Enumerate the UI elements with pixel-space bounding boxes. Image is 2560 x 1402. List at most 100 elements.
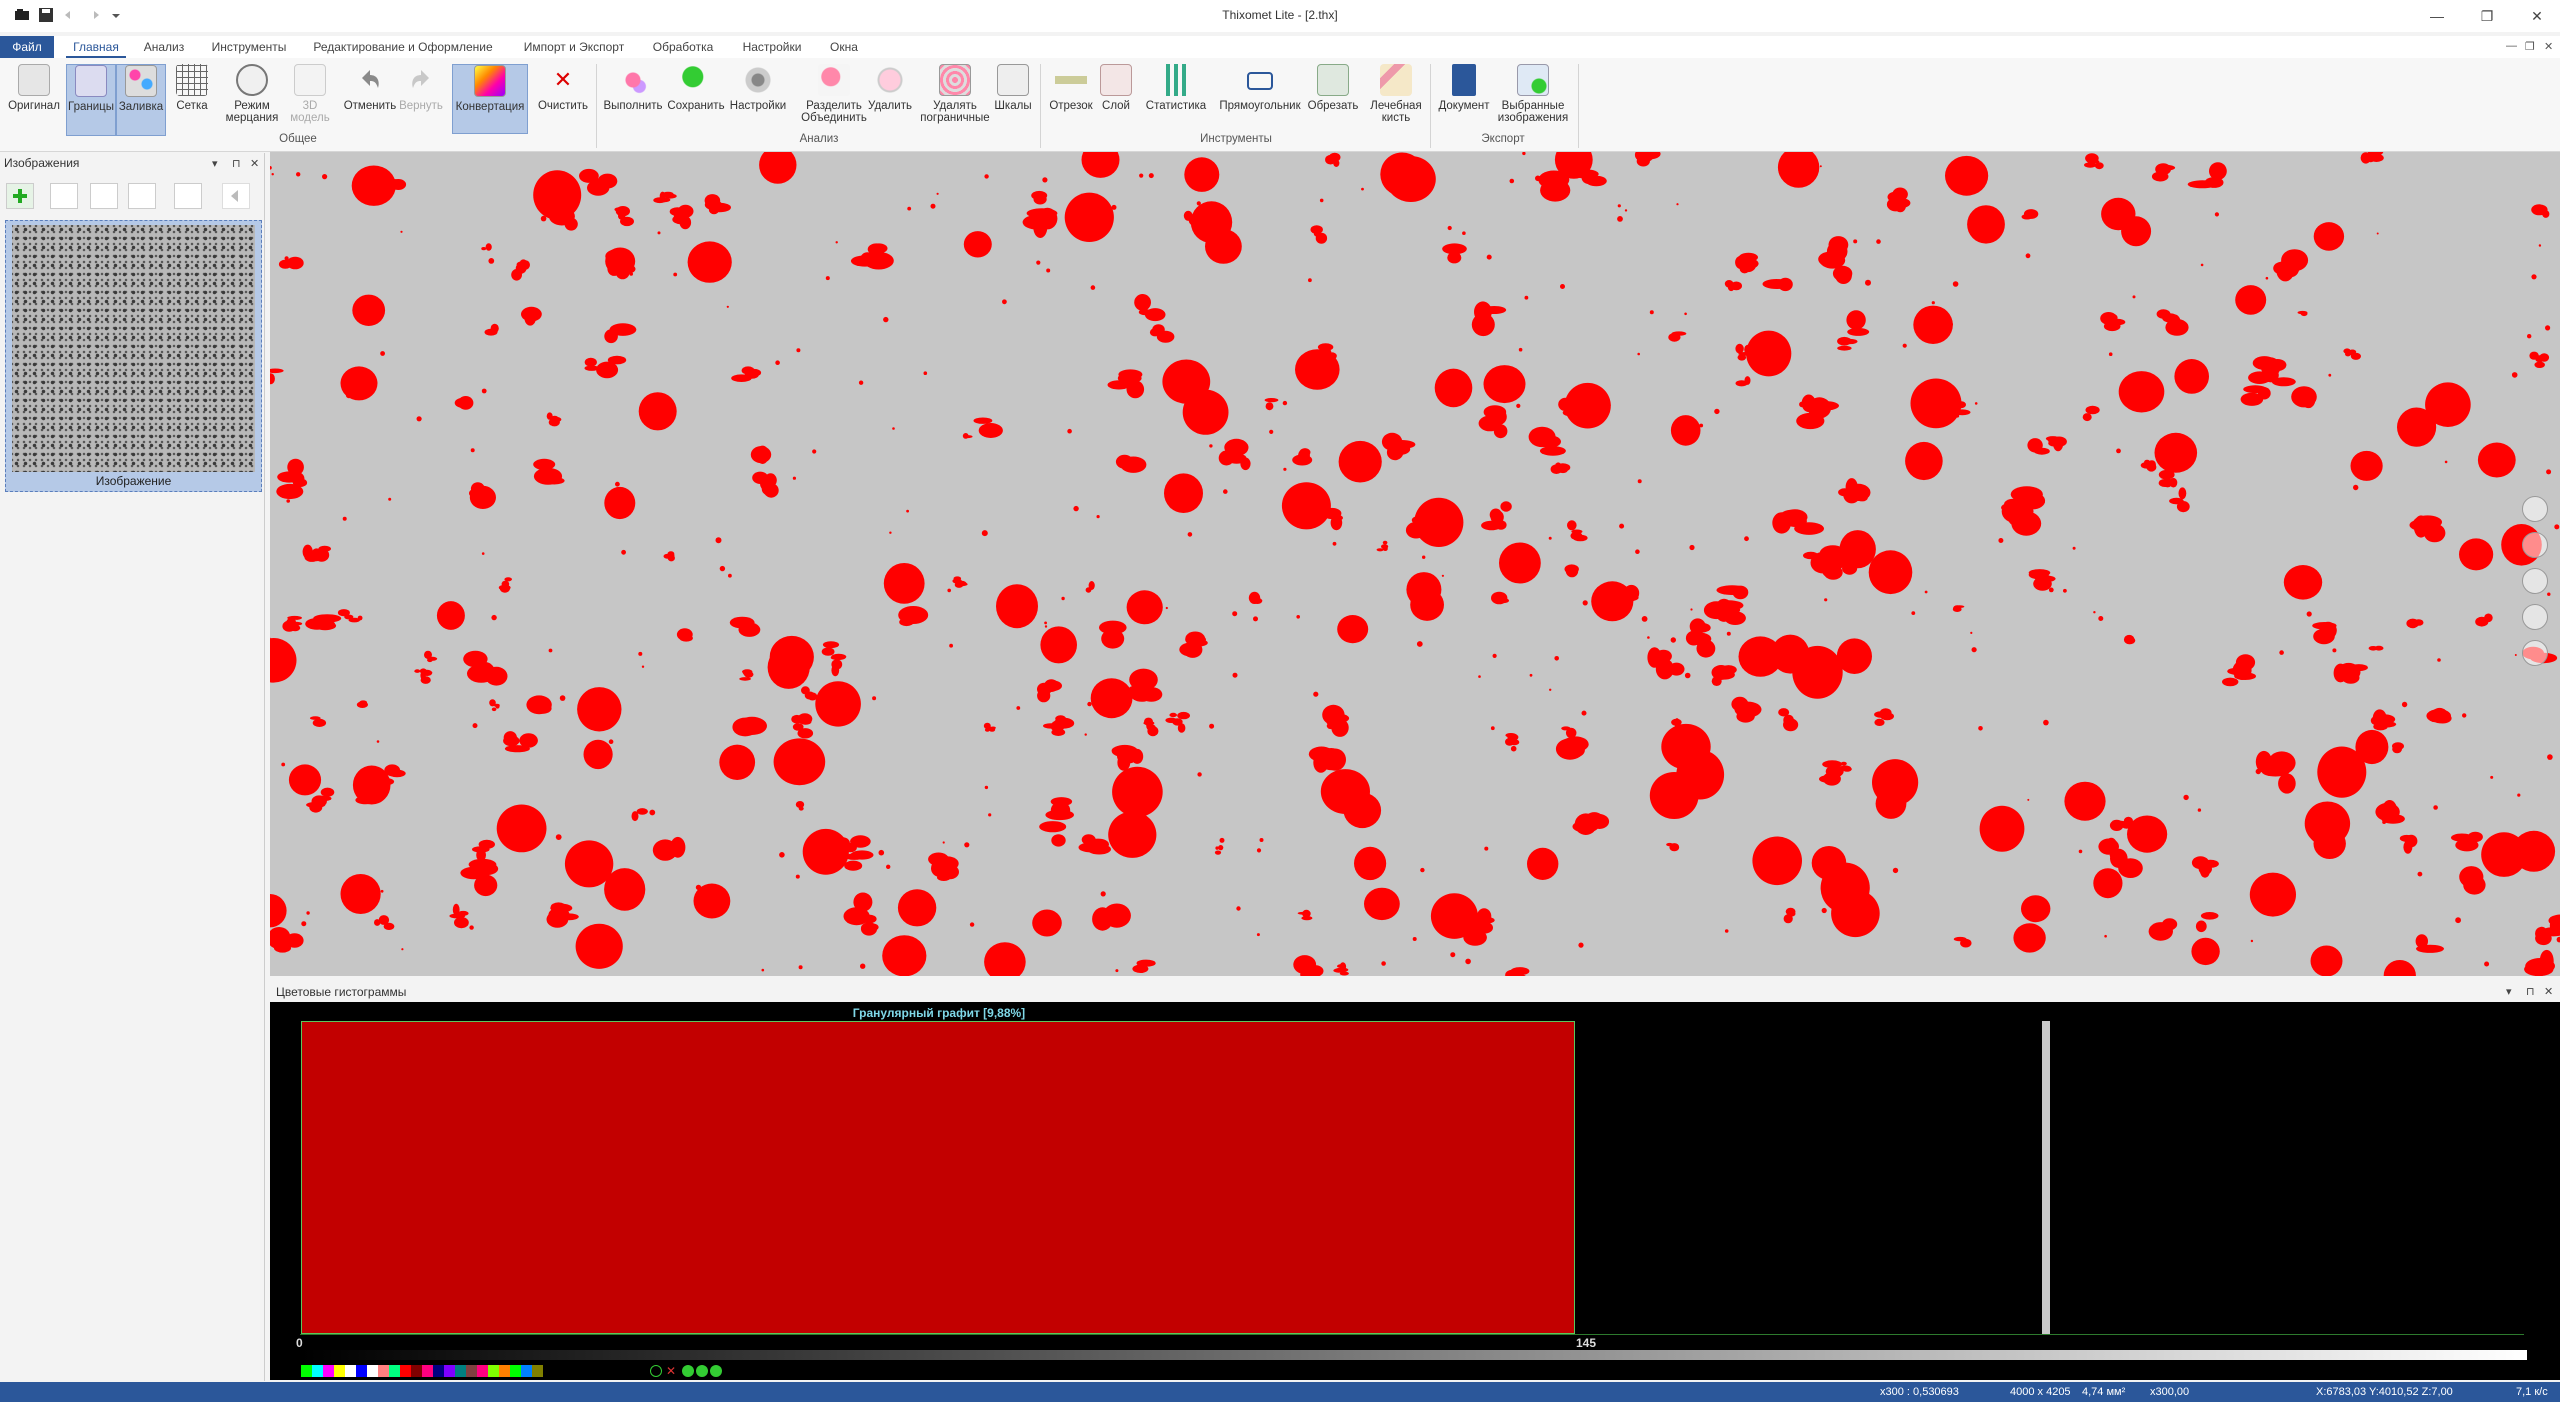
tab-settings[interactable]: Настройки: [734, 36, 810, 58]
crop-button[interactable]: Обрезать: [1306, 64, 1360, 136]
scales-button[interactable]: Шкалы: [990, 64, 1036, 136]
graphite-particle: [1293, 955, 1324, 976]
palette-swatch[interactable]: [455, 1365, 466, 1377]
hist-pin-icon[interactable]: ⊓: [2526, 985, 2535, 998]
image-thumbnail[interactable]: Изображение: [5, 220, 262, 492]
palette-swatch[interactable]: [356, 1365, 367, 1377]
remove-phase-icon[interactable]: ✕: [666, 1365, 678, 1377]
zoom-out-icon[interactable]: [2522, 532, 2548, 558]
tab-analysis[interactable]: Анализ: [136, 36, 192, 58]
maximize-button[interactable]: ❐: [2464, 4, 2510, 28]
graphite-particle: [1564, 382, 1611, 429]
statistics-button[interactable]: Статистика: [1144, 64, 1208, 136]
run-button[interactable]: Выполнить: [602, 64, 664, 136]
original-button[interactable]: Оригинал: [6, 64, 62, 136]
phase-toggle-icon[interactable]: [650, 1365, 662, 1377]
image-info-icon[interactable]: [128, 183, 156, 209]
segment-button[interactable]: Отрезок: [1046, 64, 1096, 136]
graphite-particle: [2174, 359, 2209, 394]
convert-button[interactable]: Конвертация: [452, 64, 528, 134]
zoom-fit-icon[interactable]: [2522, 604, 2548, 630]
selected-images-button[interactable]: Выбранные изображения: [1494, 64, 1572, 136]
palette-swatch[interactable]: [466, 1365, 477, 1377]
palette-swatch[interactable]: [532, 1365, 543, 1377]
zoom-search-icon[interactable]: [2522, 640, 2548, 666]
grid-button[interactable]: Сетка: [172, 64, 212, 136]
delete-objects-button[interactable]: Удалить: [866, 64, 914, 136]
palette-swatch[interactable]: [444, 1365, 455, 1377]
document-button[interactable]: Документ: [1434, 64, 1494, 136]
mdi-close-icon[interactable]: ✕: [2544, 40, 2553, 53]
speck-particle: [1187, 532, 1193, 537]
speck-particle: [2455, 917, 2462, 924]
flicker-mode-button[interactable]: Режим мерцания: [222, 64, 282, 136]
hist-dropdown-icon[interactable]: ▾: [2506, 985, 2512, 998]
minimize-button[interactable]: —: [2414, 4, 2460, 28]
palette-swatch[interactable]: [433, 1365, 444, 1377]
palette-swatch[interactable]: [488, 1365, 499, 1377]
add-phase-icon[interactable]: [682, 1365, 694, 1377]
image-remove-icon[interactable]: [90, 183, 118, 209]
layer-button[interactable]: Слой: [1098, 64, 1134, 136]
image-viewport[interactable]: [270, 152, 2560, 976]
speck-particle: [1100, 891, 1106, 897]
panel-close-icon[interactable]: ✕: [250, 157, 259, 170]
tab-tools[interactable]: Инструменты: [204, 36, 294, 58]
panel-pin-icon[interactable]: ⊓: [232, 157, 241, 170]
3d-model-icon: [294, 64, 326, 96]
tab-editing[interactable]: Редактирование и Оформление: [308, 36, 498, 58]
palette-swatch[interactable]: [312, 1365, 323, 1377]
mdi-restore-icon[interactable]: ❐: [2525, 40, 2535, 53]
graphite-particle: [1555, 736, 1589, 760]
palette-swatch[interactable]: [499, 1365, 510, 1377]
tab-home[interactable]: Главная: [66, 36, 126, 58]
palette-swatch[interactable]: [345, 1365, 356, 1377]
phase-range-bar[interactable]: [301, 1021, 1575, 1334]
tab-file[interactable]: Файл: [0, 36, 54, 58]
borders-button[interactable]: Границы: [66, 64, 116, 136]
tab-processing[interactable]: Обработка: [648, 36, 718, 58]
mdi-minimize-icon[interactable]: —: [2506, 40, 2517, 52]
graphite-particle: [2375, 800, 2405, 824]
undo-button[interactable]: Отменить: [342, 64, 398, 136]
delete-border-button[interactable]: Удалять пограничные: [914, 64, 996, 136]
graphite-particle: [583, 739, 613, 770]
clear-button[interactable]: ✕ Очистить: [536, 64, 590, 136]
palette-swatch[interactable]: [334, 1365, 345, 1377]
add-image-icon[interactable]: [6, 183, 34, 209]
panel-dropdown-icon[interactable]: ▾: [212, 157, 218, 170]
image-list-icon[interactable]: [50, 183, 78, 209]
palette-swatch[interactable]: [301, 1365, 312, 1377]
palette-swatch[interactable]: [477, 1365, 488, 1377]
fill-button[interactable]: Заливка: [116, 64, 166, 136]
redo-button[interactable]: Вернуть: [396, 64, 446, 136]
palette-swatch[interactable]: [367, 1365, 378, 1377]
palette-swatch[interactable]: [323, 1365, 334, 1377]
histogram-area[interactable]: Гранулярный графит [9,88%] 0 145 ✕: [270, 1002, 2560, 1380]
palette-swatch[interactable]: [422, 1365, 433, 1377]
palette-swatch[interactable]: [389, 1365, 400, 1377]
palette-swatch[interactable]: [510, 1365, 521, 1377]
tab-windows[interactable]: Окна: [824, 36, 864, 58]
palette-swatch[interactable]: [378, 1365, 389, 1377]
layers-icon[interactable]: [174, 183, 202, 209]
tab-import-export[interactable]: Импорт и Экспорт: [514, 36, 634, 58]
save-analysis-button[interactable]: Сохранить: [666, 64, 726, 136]
3d-model-button[interactable]: 3D модель: [286, 64, 334, 136]
split-merge-button[interactable]: Разделить Объединить: [798, 64, 870, 136]
close-button[interactable]: ✕: [2514, 4, 2560, 28]
graphite-particle: [1218, 438, 1251, 471]
palette-swatch[interactable]: [521, 1365, 532, 1377]
palette-swatch[interactable]: [400, 1365, 411, 1377]
analysis-settings-button[interactable]: Настройки: [728, 64, 788, 136]
rectangle-button[interactable]: Прямоугольник: [1216, 64, 1304, 136]
healing-brush-button[interactable]: Лечебная кисть: [1366, 64, 1426, 136]
hist-close-icon[interactable]: ✕: [2544, 985, 2553, 998]
back-arrow-icon[interactable]: [222, 183, 250, 209]
zoom-actual-icon[interactable]: [2522, 568, 2548, 594]
edit-phase-icon[interactable]: [696, 1365, 708, 1377]
zoom-in-icon[interactable]: [2522, 496, 2548, 522]
phase-color-palette[interactable]: [301, 1365, 543, 1377]
minus-phase-icon[interactable]: [710, 1365, 722, 1377]
palette-swatch[interactable]: [411, 1365, 422, 1377]
